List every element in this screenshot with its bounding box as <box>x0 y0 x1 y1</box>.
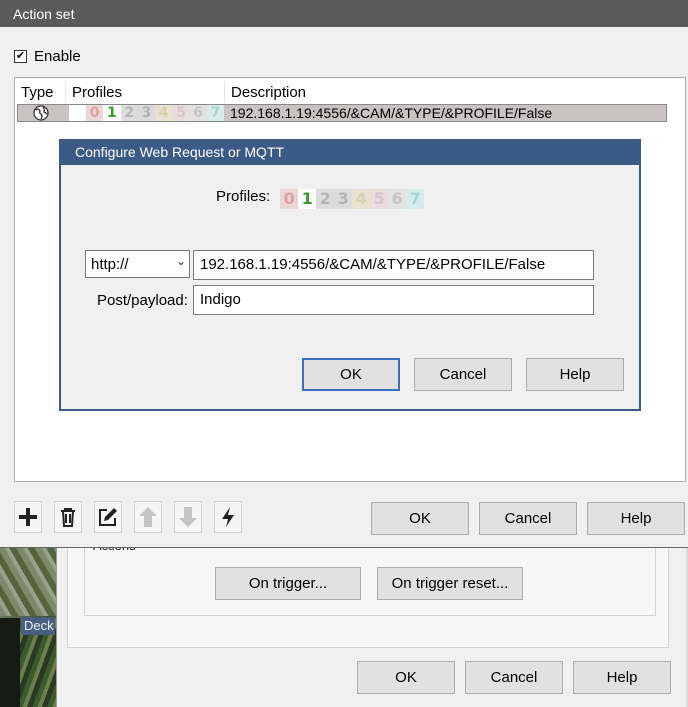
inner-help-button[interactable]: Help <box>526 358 624 391</box>
profiles-row: Profiles: 01234567 <box>216 188 425 209</box>
column-header-type[interactable]: Type <box>15 81 66 103</box>
profile-2: 2 <box>120 105 138 121</box>
enable-label: Enable <box>34 48 81 65</box>
inner-cancel-button[interactable]: Cancel <box>414 358 512 391</box>
table-row[interactable]: 01234567 192.168.1.19:4556/&CAM/&TYPE/&P… <box>17 104 667 122</box>
column-header-description[interactable]: Description <box>225 81 525 103</box>
list-header: Type Profiles Description <box>15 81 685 103</box>
actions-group: Actions On trigger... On trigger reset..… <box>84 538 656 616</box>
background-dialog: Actions On trigger... On trigger reset..… <box>56 538 686 707</box>
globe-icon <box>33 105 49 121</box>
profile-0[interactable]: 0 <box>280 188 299 209</box>
background-panel: Actions On trigger... On trigger reset..… <box>67 538 669 648</box>
profile-6: 6 <box>189 105 207 121</box>
camera-thumbnail <box>0 618 20 707</box>
payload-label: Post/payload: <box>97 292 188 309</box>
profile-5: 5 <box>172 105 190 121</box>
column-header-profiles[interactable]: Profiles <box>66 81 225 103</box>
on-trigger-button[interactable]: On trigger... <box>215 567 361 600</box>
move-up-icon[interactable] <box>134 501 162 533</box>
profiles-indicator: 01234567 <box>86 105 224 121</box>
enable-checkbox[interactable]: ✔ <box>14 50 27 63</box>
profiles-label: Profiles: <box>216 188 271 205</box>
inner-ok-button[interactable]: OK <box>302 358 400 391</box>
main-ok-button[interactable]: OK <box>371 502 469 535</box>
profile-6[interactable]: 6 <box>388 188 407 209</box>
inner-dialog-title: Configure Web Request or MQTT <box>61 141 639 165</box>
profile-7[interactable]: 7 <box>406 188 425 209</box>
camera-thumbnail[interactable] <box>0 548 56 616</box>
background-help-button[interactable]: Help <box>573 661 671 694</box>
main-help-button[interactable]: Help <box>587 502 685 535</box>
profile-3: 3 <box>137 105 155 121</box>
profile-3[interactable]: 3 <box>334 188 353 209</box>
profile-4: 4 <box>155 105 173 121</box>
profiles-selector[interactable]: 01234567 <box>280 188 425 209</box>
enable-checkbox-row[interactable]: ✔ Enable <box>14 48 81 65</box>
action-toolbar <box>14 501 242 533</box>
payload-input[interactable]: Indigo <box>193 285 594 315</box>
chevron-down-icon: ⌄ <box>175 254 186 268</box>
move-down-icon[interactable] <box>174 501 202 533</box>
profile-2[interactable]: 2 <box>316 188 335 209</box>
background-ok-button[interactable]: OK <box>357 661 455 694</box>
configure-web-request-dialog: Configure Web Request or MQTT Profiles: … <box>59 139 641 411</box>
profile-1[interactable]: 1 <box>298 188 317 209</box>
action-set-dialog: Action set ✔ Enable Type Profiles Descri… <box>0 0 688 548</box>
on-trigger-reset-button[interactable]: On trigger reset... <box>377 567 523 600</box>
row-description: 192.168.1.19:4556/&CAM/&TYPE/&PROFILE/Fa… <box>230 105 553 121</box>
row-profiles: 01234567 <box>69 105 224 121</box>
main-cancel-button[interactable]: Cancel <box>479 502 577 535</box>
edit-icon[interactable] <box>94 501 122 533</box>
profile-0: 0 <box>86 105 104 121</box>
dialog-title: Action set <box>0 0 688 27</box>
background-cancel-button[interactable]: Cancel <box>465 661 563 694</box>
profile-1: 1 <box>103 105 121 121</box>
profile-7: 7 <box>206 105 224 121</box>
add-icon[interactable] <box>14 501 42 533</box>
lightning-icon[interactable] <box>214 501 242 533</box>
profile-4[interactable]: 4 <box>352 188 371 209</box>
url-input[interactable]: 192.168.1.19:4556/&CAM/&TYPE/&PROFILE/Fa… <box>193 250 594 280</box>
protocol-select[interactable]: http:// ⌄ <box>85 250 190 278</box>
protocol-value: http:// <box>91 256 129 273</box>
camera-label: Deck <box>21 617 55 635</box>
delete-icon[interactable] <box>54 501 82 533</box>
profile-5[interactable]: 5 <box>370 188 389 209</box>
